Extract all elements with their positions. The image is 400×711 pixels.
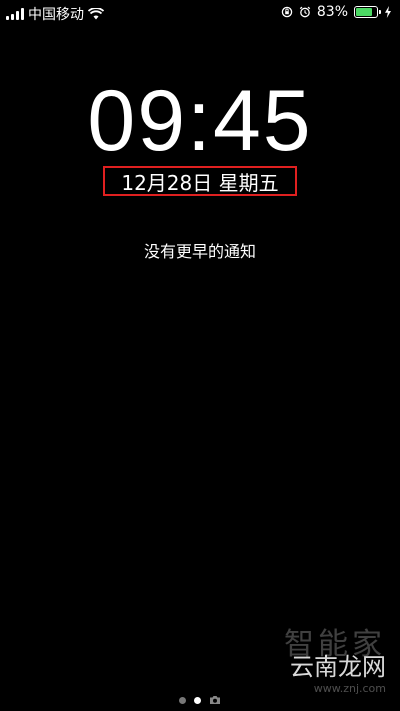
page-dot[interactable] — [179, 696, 186, 704]
camera-icon[interactable] — [209, 695, 221, 705]
battery-fill — [356, 8, 373, 16]
signal-bars-icon — [6, 8, 24, 20]
lockscreen-time: 09:45 — [87, 73, 313, 169]
battery-icon — [354, 6, 381, 18]
rotation-lock-icon — [281, 6, 293, 18]
status-left: 中国移动 — [6, 4, 104, 24]
page-indicator[interactable] — [0, 693, 400, 707]
watermark: 智能家 云南龙网 www.znj.com — [284, 619, 386, 695]
charging-bolt-icon — [385, 6, 391, 18]
battery-percent: 83% — [316, 4, 348, 20]
page-dot-active[interactable] — [194, 696, 201, 704]
date-highlight-box: 12月28日 星期五 — [103, 166, 297, 196]
status-bar: 中国移动 83% — [0, 0, 400, 26]
lockscreen-date: 12月28日 星期五 — [121, 170, 279, 195]
no-notifications-text: 没有更早的通知 — [143, 242, 256, 261]
carrier-label: 中国移动 — [28, 7, 84, 23]
wifi-icon — [88, 8, 104, 20]
alarm-icon — [299, 6, 311, 18]
watermark-line2: 云南龙网 — [290, 653, 386, 681]
status-right: 83% — [281, 4, 392, 20]
